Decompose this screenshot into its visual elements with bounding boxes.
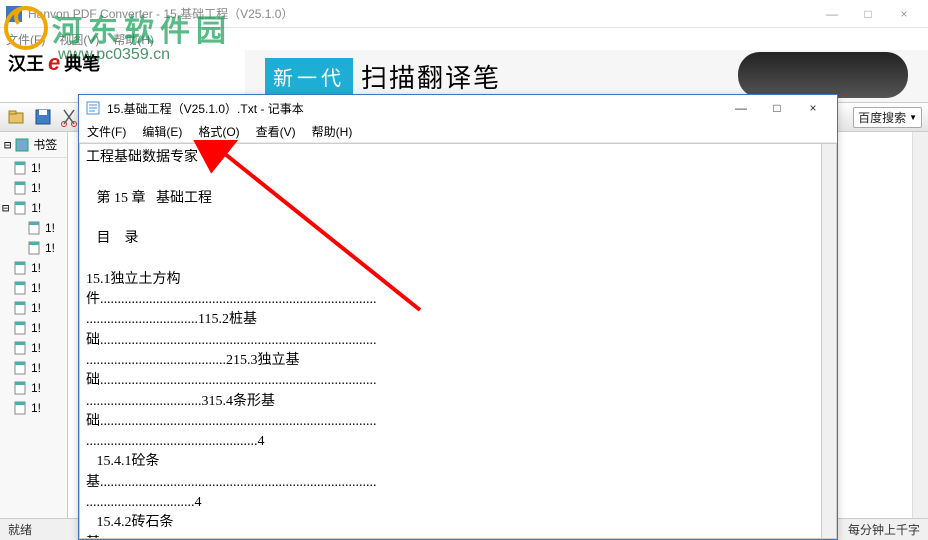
notepad-menu-file[interactable]: 文件(F) xyxy=(87,123,126,140)
sidebar-item[interactable]: 1! xyxy=(0,378,67,398)
sidebar-item[interactable]: 1! xyxy=(0,318,67,338)
page-icon xyxy=(14,181,28,195)
collapse-icon[interactable]: ⊟ xyxy=(4,138,11,152)
page-icon xyxy=(14,301,28,315)
sidebar-item[interactable]: 1! xyxy=(0,298,67,318)
page-icon xyxy=(14,361,28,375)
page-icon xyxy=(14,401,28,415)
expand-icon[interactable]: ⊟ xyxy=(2,201,9,215)
notepad-menu-format[interactable]: 格式(O) xyxy=(198,123,239,140)
menu-file[interactable]: 文件(F) xyxy=(6,31,45,48)
sidebar-root[interactable]: ⊟ 书签 xyxy=(0,132,67,158)
open-icon[interactable] xyxy=(6,106,28,128)
notepad-menubar: 文件(F) 编辑(E) 格式(O) 查看(V) 帮助(H) xyxy=(79,121,837,143)
menu-help[interactable]: 帮助(H) xyxy=(113,31,154,48)
main-title: Hanvon PDF Converter - 15.基础工程（V25.1.0） xyxy=(28,5,293,22)
sidebar-item[interactable]: ⊟1! xyxy=(0,198,67,218)
pen-image xyxy=(738,52,908,98)
page-icon xyxy=(14,261,28,275)
banner-tag: 新一代 xyxy=(265,58,353,95)
notepad-body: 工程基础数据专家 第 15 章 基础工程 目 录 15.1独立土方构 件....… xyxy=(79,143,837,539)
status-left: 就绪 xyxy=(8,521,32,538)
sidebar-item[interactable]: 1! xyxy=(0,218,67,238)
main-min-button[interactable]: — xyxy=(814,4,850,24)
banner-tagline: 新一代 扫描翻译笔 xyxy=(265,58,501,95)
page-icon xyxy=(14,161,28,175)
main-menubar: 文件(F) 视图(V) 帮助(H) xyxy=(0,28,928,50)
notepad-menu-help[interactable]: 帮助(H) xyxy=(312,123,353,140)
chevron-down-icon: ▼ xyxy=(909,113,917,122)
save-icon[interactable] xyxy=(32,106,54,128)
sidebar-item[interactable]: 1! xyxy=(0,238,67,258)
page-icon xyxy=(14,341,28,355)
sidebar-item[interactable]: 1! xyxy=(0,178,67,198)
page-icon xyxy=(28,241,42,255)
main-max-button[interactable]: □ xyxy=(850,4,886,24)
sidebar-item[interactable]: 1! xyxy=(0,158,67,178)
sidebar-item[interactable]: 1! xyxy=(0,358,67,378)
sidebar-root-label: 书签 xyxy=(33,136,57,153)
notepad-close-button[interactable]: × xyxy=(795,96,831,120)
notepad-min-button[interactable]: — xyxy=(723,96,759,120)
notepad-menu-view[interactable]: 查看(V) xyxy=(256,123,296,140)
vertical-scrollbar[interactable] xyxy=(912,132,928,518)
notepad-titlebar[interactable]: 15.基础工程（V25.1.0）.Txt - 记事本 — □ × xyxy=(79,95,837,121)
notepad-icon xyxy=(85,100,101,116)
cut-icon[interactable] xyxy=(58,106,80,128)
app-icon xyxy=(6,6,22,22)
book-icon xyxy=(15,138,29,152)
notepad-menu-edit[interactable]: 编辑(E) xyxy=(142,123,182,140)
page-icon xyxy=(14,281,28,295)
search-label: 百度搜索 xyxy=(858,109,906,126)
page-icon xyxy=(14,381,28,395)
sidebar-item[interactable]: 1! xyxy=(0,278,67,298)
notepad-title: 15.基础工程（V25.1.0）.Txt - 记事本 xyxy=(107,100,304,117)
notepad-window[interactable]: 15.基础工程（V25.1.0）.Txt - 记事本 — □ × 文件(F) 编… xyxy=(78,94,838,540)
sidebar-item[interactable]: 1! xyxy=(0,398,67,418)
main-titlebar[interactable]: Hanvon PDF Converter - 15.基础工程（V25.1.0） … xyxy=(0,0,928,28)
page-icon xyxy=(14,201,28,215)
page-icon xyxy=(14,321,28,335)
notepad-textarea[interactable]: 工程基础数据专家 第 15 章 基础工程 目 录 15.1独立土方构 件....… xyxy=(79,143,821,539)
sidebar-item[interactable]: 1! xyxy=(0,258,67,278)
sidebar-item[interactable]: 1! xyxy=(0,338,67,358)
search-dropdown[interactable]: 百度搜索 ▼ xyxy=(853,107,922,128)
notepad-scrollbar[interactable] xyxy=(821,143,837,539)
bookmark-sidebar: ⊟ 书签 1! 1! ⊟1! 1! 1! 1! 1! 1! 1! 1! 1! 1… xyxy=(0,132,68,518)
banner-text: 扫描翻译笔 xyxy=(361,58,501,95)
status-right: 每分钟上千字 xyxy=(848,521,920,538)
notepad-max-button[interactable]: □ xyxy=(759,96,795,120)
menu-view[interactable]: 视图(V) xyxy=(59,31,99,48)
main-close-button[interactable]: × xyxy=(886,4,922,24)
page-icon xyxy=(28,221,42,235)
